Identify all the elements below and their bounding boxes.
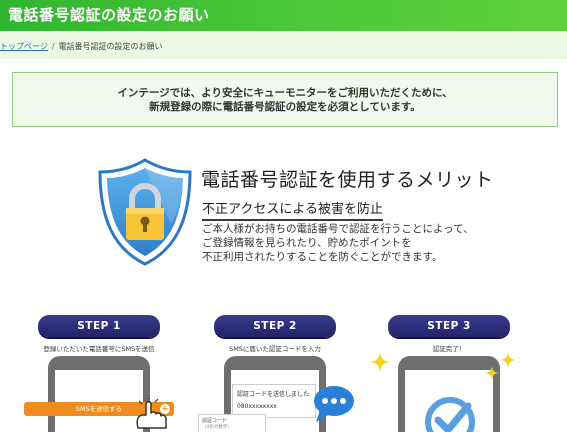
code-sent-card: 認証コードを送信しました 080xxxxxxxx — [232, 384, 316, 418]
merit-body-line: ご登録情報を見られたり、貯めたポイントを — [202, 237, 412, 249]
notice-line-2: 新規登録の際に電話番号認証の設定を必須としています。 — [149, 101, 421, 113]
phone-number-text: 080xxxxxxxx — [237, 403, 277, 410]
speech-bubble-icon — [314, 386, 354, 422]
code-form-label: 認証コード — [202, 418, 228, 424]
sparkle-icon — [485, 366, 499, 380]
code-sent-text: 認証コードを送信しました — [237, 391, 310, 398]
page-header: 電話番号認証の設定のお願い — [0, 0, 567, 31]
breadcrumb-separator: / — [51, 42, 55, 51]
breadcrumb-home-link[interactable]: トップページ — [0, 42, 48, 51]
merit-subtitle: 不正アクセスによる被害を防止 — [202, 198, 383, 221]
sparkle-icon — [370, 352, 390, 372]
breadcrumb: トップページ / 電話番号認証の設定のお願い — [0, 41, 163, 52]
check-circle-icon — [425, 397, 475, 432]
step-2-badge: STEP 2 — [214, 315, 336, 337]
sparkle-icon — [500, 352, 516, 368]
step-2-description: SMSに届いた認証コードを入力 — [229, 345, 321, 353]
breadcrumb-current: 電話番号認証の設定のお願い — [58, 42, 163, 51]
merit-body-line: 不正利用されたりすることを防ぐことができます。 — [202, 251, 443, 263]
page-title: 電話番号認証の設定のお願い — [8, 6, 210, 24]
code-input-form[interactable]: 認証コード （4桁の数字） — [198, 414, 266, 432]
pointing-hand-icon — [136, 398, 167, 429]
step-3-badge: STEP 3 — [388, 315, 510, 337]
step-1-badge: STEP 1 — [38, 315, 160, 337]
shield-lock-icon — [98, 158, 192, 266]
merit-title: 電話番号認証を使用するメリット — [201, 169, 494, 191]
step-1-description: 登録いただいた電話番号にSMSを送信 — [43, 345, 155, 353]
notice-line-1: インテージでは、より安全にキューモニターをご利用いただくために、 — [117, 87, 453, 99]
notice-box: インテージでは、より安全にキューモニターをご利用いただくために、 新規登録の際に… — [12, 72, 558, 127]
code-form-hint: （4桁の数字） — [202, 425, 232, 430]
notice-text: インテージでは、より安全にキューモニターをご利用いただくために、 新規登録の際に… — [13, 86, 557, 114]
merit-body: ご本人様がお持ちの電話番号で認証を行うことによって、 ご登録情報を見られたり、貯… — [202, 222, 474, 264]
merit-body-line: ご本人様がお持ちの電話番号で認証を行うことによって、 — [202, 223, 474, 235]
